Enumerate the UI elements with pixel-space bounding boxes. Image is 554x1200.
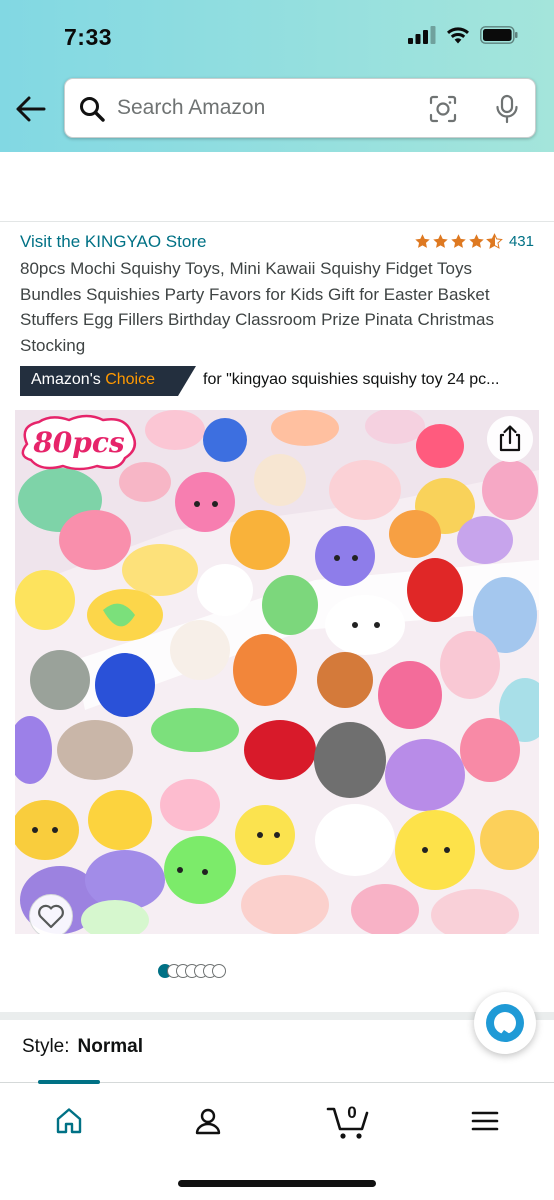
amazons-choice-label: Amazon's Choice <box>31 371 155 389</box>
rating[interactable]: 431 <box>414 233 534 250</box>
search-box[interactable] <box>64 78 536 138</box>
carousel-dot[interactable] <box>212 964 226 978</box>
blank-banner-area <box>0 152 554 222</box>
cellular-signal-icon <box>408 26 436 44</box>
choice-query-text[interactable]: for "kingyao squishies squishy toy 24 pc… <box>203 371 535 389</box>
battery-icon <box>480 26 518 44</box>
style-selector[interactable]: Style: Normal <box>22 1036 143 1058</box>
rating-stars <box>414 233 503 250</box>
camera-scan-icon[interactable] <box>429 95 457 123</box>
visit-store-link[interactable]: Visit the KINGYAO Store <box>20 232 206 252</box>
home-indicator[interactable] <box>178 1180 376 1187</box>
alexa-button[interactable] <box>474 992 536 1054</box>
amazons-choice-row: Amazon's Choice for "kingyao squishies s… <box>20 366 540 396</box>
star-half-icon <box>486 233 503 249</box>
choice-prefix: Amazon's <box>31 371 101 388</box>
image-carousel-dots <box>0 964 554 980</box>
cart-icon: 0 <box>326 1103 369 1139</box>
search-icon <box>80 97 105 122</box>
account-icon <box>195 1108 221 1135</box>
status-bar: 7:33 <box>0 0 554 70</box>
status-icons <box>408 26 518 44</box>
nav-cart[interactable]: 0 <box>324 1101 372 1141</box>
wifi-icon <box>447 27 469 44</box>
nav-account[interactable] <box>184 1101 232 1141</box>
search-header <box>0 76 554 142</box>
amazons-choice-badge: Amazon's Choice <box>20 366 196 396</box>
status-time: 7:33 <box>64 24 113 50</box>
star-full-icon <box>469 234 484 248</box>
nav-home[interactable] <box>45 1101 93 1141</box>
image-badge-text: 80pcs <box>32 426 125 459</box>
share-icon <box>499 425 521 452</box>
home-icon <box>56 1108 82 1134</box>
choice-suffix: Choice <box>105 371 156 388</box>
nav-menu[interactable] <box>461 1101 509 1141</box>
store-row: Visit the KINGYAO Store 431 <box>20 232 534 256</box>
product-image[interactable]: 80pcs <box>15 410 539 934</box>
active-tab-indicator <box>38 1080 100 1084</box>
star-full-icon <box>433 234 448 248</box>
style-value: Normal <box>77 1036 143 1057</box>
search-input[interactable] <box>117 93 417 123</box>
style-label: Style: <box>22 1036 70 1057</box>
product-title: 80pcs Mochi Squishy Toys, Mini Kawaii Sq… <box>20 259 494 355</box>
alexa-icon <box>486 1004 524 1042</box>
menu-icon <box>471 1111 499 1131</box>
product-photo-squishy-toys <box>15 410 539 934</box>
star-full-icon <box>451 234 466 248</box>
rating-count[interactable]: 431 <box>509 233 534 250</box>
microphone-icon[interactable] <box>495 94 519 124</box>
cart-count: 0 <box>347 1103 356 1122</box>
image-count-badge: 80pcs <box>21 414 137 471</box>
share-button[interactable] <box>487 416 533 462</box>
add-to-wishlist-button[interactable] <box>29 894 73 934</box>
back-arrow-icon[interactable] <box>14 92 48 126</box>
heart-icon <box>38 904 64 929</box>
section-divider <box>0 1012 554 1020</box>
star-full-icon <box>415 234 430 248</box>
